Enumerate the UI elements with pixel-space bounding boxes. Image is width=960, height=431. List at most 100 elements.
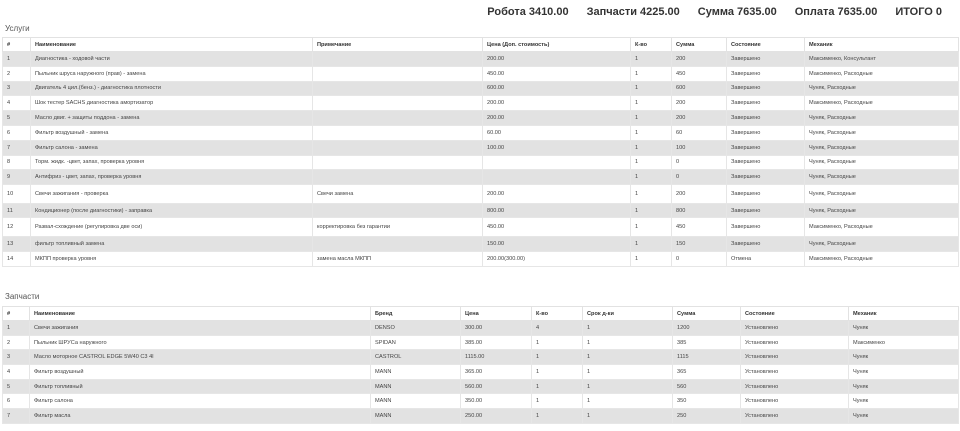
parts-cell: 1 — [582, 393, 673, 410]
services-cell: 60 — [671, 124, 727, 141]
parts-cell: 350.00 — [460, 393, 532, 410]
total-parts: Запчасти 4225.00 — [586, 6, 680, 18]
parts-column-header: Сумма — [672, 306, 741, 321]
services-cell: 100.00 — [482, 139, 631, 156]
service-row[interactable]: 8 Торм. жидк. -цвет, запах, проверка уров… — [2, 154, 959, 171]
services-cell: фильтр топливный замена — [30, 235, 313, 252]
service-row[interactable]: 3 Двигатель 4 цил.(бенз.) - диагностика п… — [2, 80, 959, 97]
services-cell: 60.00 — [482, 124, 631, 141]
services-cell: Масло двиг. + защиты поддона - замена — [30, 110, 313, 126]
part-row[interactable]: 5 Фильтр топливный MANN 560.00 1 1 560 Установл… — [2, 378, 959, 395]
service-row[interactable]: 10 Свечи зажигания - проверка Свечи замена… — [2, 184, 959, 204]
parts-column-header: Цена — [460, 306, 532, 321]
services-cell: Максименко, Расходные — [804, 95, 959, 112]
parts-cell: 250.00 — [460, 408, 532, 424]
parts-cell: 1 — [531, 408, 583, 424]
services-cell: 200 — [671, 51, 727, 67]
parts-cell: 560 — [672, 378, 741, 395]
services-cell — [312, 235, 483, 252]
service-row[interactable]: 7 Фильтр салона - замена 100.00 1 100 Заверше… — [2, 139, 959, 156]
parts-cell: Чуняк — [848, 378, 959, 395]
services-cell: Антифриз - цвет, запах, проверка уровня — [30, 169, 313, 186]
parts-cell: MANN — [370, 393, 461, 410]
services-cell: 1 — [630, 51, 672, 67]
part-row[interactable]: 2 Пыльник ШРУСа наружного SPIDAN 385.00 1 1 38… — [2, 334, 959, 351]
services-cell: 200.00 — [482, 51, 631, 67]
services-cell: 200.00 — [482, 95, 631, 112]
parts-cell: Установлено — [740, 364, 849, 380]
parts-cell: Чуняк — [848, 393, 959, 410]
services-cell: Отмена — [726, 250, 805, 267]
service-row[interactable]: 9 Антифриз - цвет, запах, проверка уровня… — [2, 169, 959, 186]
services-cell: Диагностика - ходовой части — [30, 51, 313, 67]
parts-column-header: Состояние — [740, 306, 849, 321]
services-cell: Двигатель 4 цил.(бенз.) - диагностика пл… — [30, 80, 313, 97]
service-row[interactable]: 14 МКПП проверка уровня замена масла МКПП 2… — [2, 250, 959, 267]
service-row[interactable]: 11 Кондиционер (после диагностики) - запр… — [2, 202, 959, 219]
total-paid: Оплата 7635.00 — [794, 6, 878, 18]
service-row[interactable]: 1 Диагностика - ходовой части 200.00 1 200 За… — [2, 51, 959, 67]
parts-cell: 1 — [582, 334, 673, 351]
services-body: 1 Диагностика - ходовой части 200.00 1 200 За… — [2, 51, 959, 267]
service-row[interactable]: 6 Фильтр воздушный - замена 60.00 1 60 Заверш… — [2, 124, 959, 141]
services-cell: Чуняк, Расходные — [804, 154, 959, 171]
services-cell — [312, 95, 483, 112]
parts-column-header: Механик — [848, 306, 959, 321]
part-row[interactable]: 3 Масло моторное CASTROL EDGE 5W40 C3 4l C… — [2, 349, 959, 366]
parts-cell: Установлено — [740, 378, 849, 395]
services-cell: 0 — [671, 250, 727, 267]
services-cell: Чуняк, Расходные — [804, 124, 959, 141]
total-work: Робота 3410.00 — [487, 6, 569, 18]
services-cell: 11 — [2, 202, 31, 219]
services-cell: Свечи зажигания - проверка — [30, 184, 313, 204]
part-row[interactable]: 1 Свечи зажигания DENSO 300.00 4 1 1200 Установ… — [2, 320, 959, 336]
part-row[interactable]: 7 Фильтр масла MANN 250.00 1 1 250 Установлено Ч… — [2, 408, 959, 424]
services-cell: Максименко, Расходные — [804, 217, 959, 237]
services-table: # Наименование Примечание Цена (Доп. стоимо… — [2, 37, 959, 267]
service-row[interactable]: 2 Пыльник шруса наружного (прав) - замена… — [2, 65, 959, 82]
services-cell: 3 — [2, 80, 31, 97]
services-cell: 9 — [2, 169, 31, 186]
services-cell: 1 — [630, 110, 672, 126]
services-cell: 1 — [630, 124, 672, 141]
service-row[interactable]: 12 Развал-схождение (регулировка две оси)… — [2, 217, 959, 237]
services-cell: Чуняк, Расходные — [804, 235, 959, 252]
service-row[interactable]: 5 Масло двиг. + защиты поддона - замена 20… — [2, 110, 959, 126]
parts-cell: Чуняк — [848, 349, 959, 366]
parts-cell: 4 — [531, 320, 583, 336]
service-row[interactable]: 13 фильтр топливный замена 150.00 1 150 Завер… — [2, 235, 959, 252]
parts-cell: Фильтр салона — [29, 393, 371, 410]
parts-cell: Установлено — [740, 393, 849, 410]
parts-cell: 1 — [2, 320, 30, 336]
service-row[interactable]: 4 Шок тестер SACHS диагностика амортизато… — [2, 95, 959, 112]
part-row[interactable]: 4 Фильтр воздушный MANN 365.00 1 1 365 Установл… — [2, 364, 959, 380]
services-cell: Чуняк, Расходные — [804, 202, 959, 219]
services-cell: 150.00 — [482, 235, 631, 252]
parts-column-header: # — [2, 306, 30, 321]
parts-cell: Чуняк — [848, 364, 959, 380]
parts-cell: Максименко — [848, 334, 959, 351]
services-cell: Завершено — [726, 154, 805, 171]
parts-cell: CASTROL — [370, 349, 461, 366]
services-cell: Максименко, Расходные — [804, 250, 959, 267]
parts-cell: MANN — [370, 364, 461, 380]
parts-cell: Установлено — [740, 334, 849, 351]
parts-cell: 1 — [582, 364, 673, 380]
services-cell: 450 — [671, 65, 727, 82]
services-cell: Завершено — [726, 139, 805, 156]
services-cell: 1 — [630, 95, 672, 112]
parts-cell: Пыльник ШРУСа наружного — [29, 334, 371, 351]
services-cell: 10 — [2, 184, 31, 204]
services-cell: 600.00 — [482, 80, 631, 97]
total-sum: Сумма 7635.00 — [697, 6, 777, 18]
services-cell: Пыльник шруса наружного (прав) - замена — [30, 65, 313, 82]
services-cell — [312, 169, 483, 186]
services-column-header: Состояние — [726, 37, 805, 52]
parts-cell: MANN — [370, 378, 461, 395]
services-cell: 2 — [2, 65, 31, 82]
parts-cell: Фильтр топливный — [29, 378, 371, 395]
part-row[interactable]: 6 Фильтр салона MANN 350.00 1 1 350 Установлено… — [2, 393, 959, 410]
parts-cell: 2 — [2, 334, 30, 351]
parts-column-header: Наименование — [29, 306, 371, 321]
services-cell: замена масла МКПП — [312, 250, 483, 267]
